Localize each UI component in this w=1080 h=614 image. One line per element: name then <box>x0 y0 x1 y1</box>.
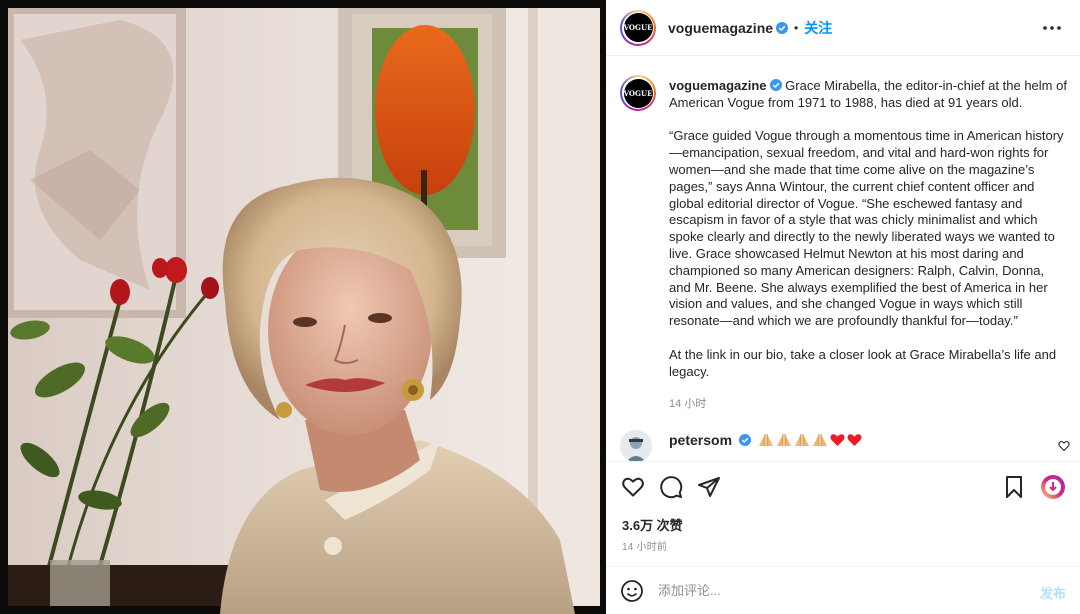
account-username[interactable]: voguemagazine <box>668 20 773 36</box>
caption-paragraph-3: At the link in our bio, take a closer lo… <box>669 346 1057 379</box>
post-header: VOGUE voguemagazine • 关注 <box>606 0 1080 56</box>
comment-emojis <box>758 433 862 447</box>
comment-icon[interactable] <box>659 475 683 499</box>
posted-time: 14 小时前 <box>622 542 668 553</box>
verified-icon <box>776 21 789 34</box>
pray-emoji-icon <box>813 434 828 446</box>
avatar-logo-text: VOGUE <box>623 13 653 42</box>
caption-avatar-logo-text: VOGUE <box>623 78 653 108</box>
caption-scroll-area[interactable]: VOGUE voguemagazine Grace Mirabella, the… <box>606 57 1080 462</box>
caption-avatar[interactable]: VOGUE <box>620 75 656 111</box>
emoji-icon[interactable] <box>620 579 644 603</box>
comment-input[interactable] <box>658 583 1018 598</box>
verified-icon <box>738 434 751 446</box>
like-icon[interactable] <box>621 475 645 499</box>
action-bar <box>606 463 1080 511</box>
more-icon[interactable] <box>1042 18 1062 38</box>
commenter-avatar[interactable] <box>620 430 652 461</box>
save-icon[interactable] <box>1002 475 1026 499</box>
pray-emoji-icon <box>777 434 792 446</box>
follow-button[interactable]: 关注 <box>804 18 832 38</box>
add-comment-bar: 发布 <box>606 566 1080 614</box>
caption-paragraph-2: “Grace guided Vogue through a momentous … <box>669 128 1064 329</box>
red-heart-emoji-icon <box>847 434 862 446</box>
caption-username[interactable]: voguemagazine <box>669 78 767 93</box>
caption-time: 14 小时 <box>669 398 707 410</box>
separator-dot: • <box>794 20 799 35</box>
share-icon[interactable] <box>697 475 721 499</box>
comment-item: petersom <box>620 430 1070 461</box>
post-panel: VOGUE voguemagazine • 关注 VOGUE voguemaga… <box>606 0 1080 614</box>
pray-emoji-icon <box>759 434 774 446</box>
post-comment-button[interactable]: 发布 <box>1040 583 1066 602</box>
caption-text: voguemagazine Grace Mirabella, the edito… <box>669 78 1067 397</box>
comment-like-icon[interactable] <box>1058 440 1070 452</box>
pray-emoji-icon <box>795 434 810 446</box>
portrait-image <box>0 0 606 614</box>
like-count[interactable]: 3.6万 次赞 <box>622 515 683 534</box>
verified-icon <box>769 79 782 91</box>
post-photo[interactable] <box>0 0 606 614</box>
commenter-username[interactable]: petersom <box>669 432 732 448</box>
reel-audio-icon[interactable] <box>1041 475 1065 499</box>
red-heart-emoji-icon <box>830 434 845 446</box>
account-avatar[interactable]: VOGUE <box>620 9 656 46</box>
